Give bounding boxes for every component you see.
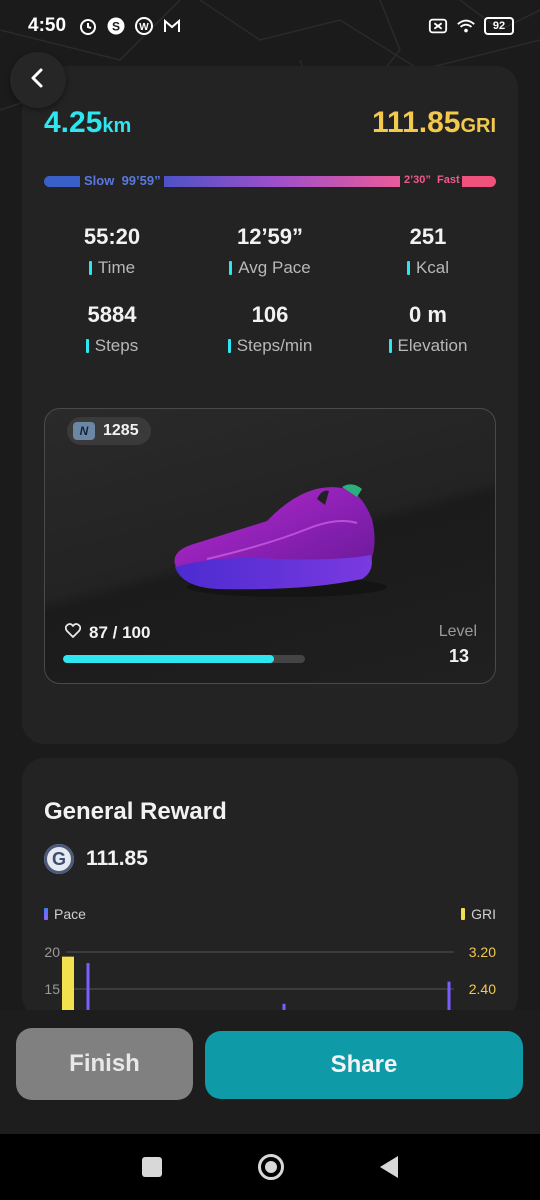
bottom-action-bar: Finish Share	[0, 1010, 540, 1134]
svg-text:S: S	[112, 20, 120, 34]
gri-value: 111.85	[371, 106, 461, 139]
level-value: 13	[448, 646, 469, 666]
distance-value: 4.25	[44, 106, 103, 139]
gri-bar	[62, 956, 74, 1018]
stat-value: 106	[251, 302, 289, 327]
stat-label: Avg Pace	[229, 258, 311, 278]
stat-value: 251	[409, 224, 447, 249]
pace-fast-segment	[462, 176, 496, 187]
w-app-icon: W	[134, 16, 154, 36]
pace-slow-text: Slow	[84, 173, 115, 188]
finish-button[interactable]: Finish	[16, 1028, 193, 1100]
pace-slow-label: Slow 99’59”	[84, 173, 161, 188]
sim-off-icon	[428, 16, 448, 36]
stat-marker	[406, 261, 410, 275]
recents-icon[interactable]	[142, 1157, 162, 1177]
stat-label: Steps/min	[227, 336, 313, 356]
gmail-icon	[162, 16, 182, 36]
sneaker-card[interactable]: N 1285 87 / 100 Level 13	[44, 408, 496, 684]
run-summary-card: 4.25km 111.85GRI Slow 99’59” 2’30” Fast …	[22, 66, 518, 744]
svg-text:W: W	[139, 22, 149, 33]
legend-gri-label: GRI	[471, 906, 496, 922]
gri-earned: 111.85GRI	[372, 106, 496, 140]
reward-title: General Reward	[44, 798, 227, 825]
s-app-icon: S	[106, 16, 126, 36]
stat-marker	[88, 261, 92, 275]
pace-fast-text: Fast	[437, 174, 460, 186]
stat-label: Steps	[85, 336, 139, 356]
system-nav-bar	[0, 1134, 540, 1200]
stat-steps-per-min: 106 Steps/min	[195, 302, 345, 358]
y-right-tick: 2.40	[469, 981, 496, 997]
sneaker-id-badge: N 1285	[67, 417, 151, 445]
battery-icon: 92	[484, 17, 514, 35]
gri-unit: GRI	[460, 115, 496, 137]
gri-coin-icon: G	[44, 844, 74, 874]
stat-label-text: Time	[97, 258, 136, 277]
reward-card: General Reward G 111.85 Pace GRI 20 15 3…	[22, 758, 518, 1018]
reward-amount-row: G 111.85	[44, 844, 148, 874]
pace-fast-label: 2’30” Fast	[404, 174, 460, 186]
stat-value: 0 m	[409, 302, 447, 327]
hp-row: 87 / 100	[64, 623, 151, 643]
legend-gri-swatch	[461, 908, 466, 920]
hp-text: 87 / 100	[89, 623, 151, 642]
legend-pace-label: Pace	[54, 906, 86, 922]
sneaker-image	[174, 484, 387, 597]
stat-time: 55:20 Time	[37, 224, 187, 280]
stat-label-text: Elevation	[397, 336, 468, 355]
stat-label-text: Kcal	[415, 258, 450, 277]
sneaker-type-icon: N	[73, 422, 95, 440]
status-bar: 4:50 S W 92	[0, 0, 540, 52]
back-triangle-icon[interactable]	[380, 1156, 398, 1178]
stat-marker	[229, 261, 233, 275]
stat-value: 12’59”	[236, 224, 304, 249]
y-right-tick: 3.20	[469, 944, 496, 960]
stat-label-text: Steps	[94, 336, 139, 355]
pace-gri-chart: 20 15 3.20 2.40	[44, 944, 496, 1018]
distance-unit: km	[102, 115, 132, 137]
wifi-icon	[456, 16, 476, 36]
stat-label: Elevation	[388, 336, 468, 356]
stat-value: 5884	[87, 302, 137, 327]
pace-slow-segment	[44, 176, 80, 187]
stat-marker	[388, 339, 392, 353]
share-button[interactable]: Share	[205, 1031, 523, 1099]
status-time: 4:50	[28, 15, 67, 36]
hp-progress-fill	[63, 655, 274, 663]
pace-slow-value: 99’59”	[121, 173, 161, 188]
y-left-tick: 15	[44, 981, 60, 997]
home-icon[interactable]	[258, 1154, 284, 1180]
legend-gri: GRI	[461, 906, 496, 922]
stat-value: 55:20	[83, 224, 141, 249]
stat-steps: 5884 Steps	[37, 302, 187, 358]
pace-fast-value: 2’30”	[404, 174, 431, 186]
stat-label: Time	[88, 258, 136, 278]
distance-readout: 4.25km	[44, 106, 131, 140]
level-label: Level	[438, 623, 477, 640]
stat-label-text: Avg Pace	[238, 258, 311, 277]
legend-pace: Pace	[44, 906, 86, 922]
reward-amount: 111.85	[86, 847, 148, 870]
alarm-icon	[78, 16, 98, 36]
hp-progress-bar	[63, 655, 305, 663]
stat-label: Kcal	[406, 258, 450, 278]
sneaker-id: 1285	[103, 422, 139, 439]
gri-coin-letter: G	[51, 848, 66, 869]
back-button[interactable]	[10, 52, 66, 108]
stat-kcal: 251 Kcal	[353, 224, 503, 280]
stat-elevation: 0 m Elevation	[353, 302, 503, 358]
y-left-tick: 20	[44, 944, 60, 960]
pace-gradient-segment	[164, 176, 400, 187]
chevron-left-icon	[27, 67, 49, 94]
stat-marker	[227, 339, 231, 353]
stat-label-text: Steps/min	[236, 336, 313, 355]
stat-avg-pace: 12’59” Avg Pace	[195, 224, 345, 280]
pace-range-bar: Slow 99’59” 2’30” Fast	[44, 173, 496, 188]
legend-pace-swatch	[44, 908, 48, 920]
stat-marker	[85, 339, 89, 353]
heart-icon	[64, 623, 82, 643]
